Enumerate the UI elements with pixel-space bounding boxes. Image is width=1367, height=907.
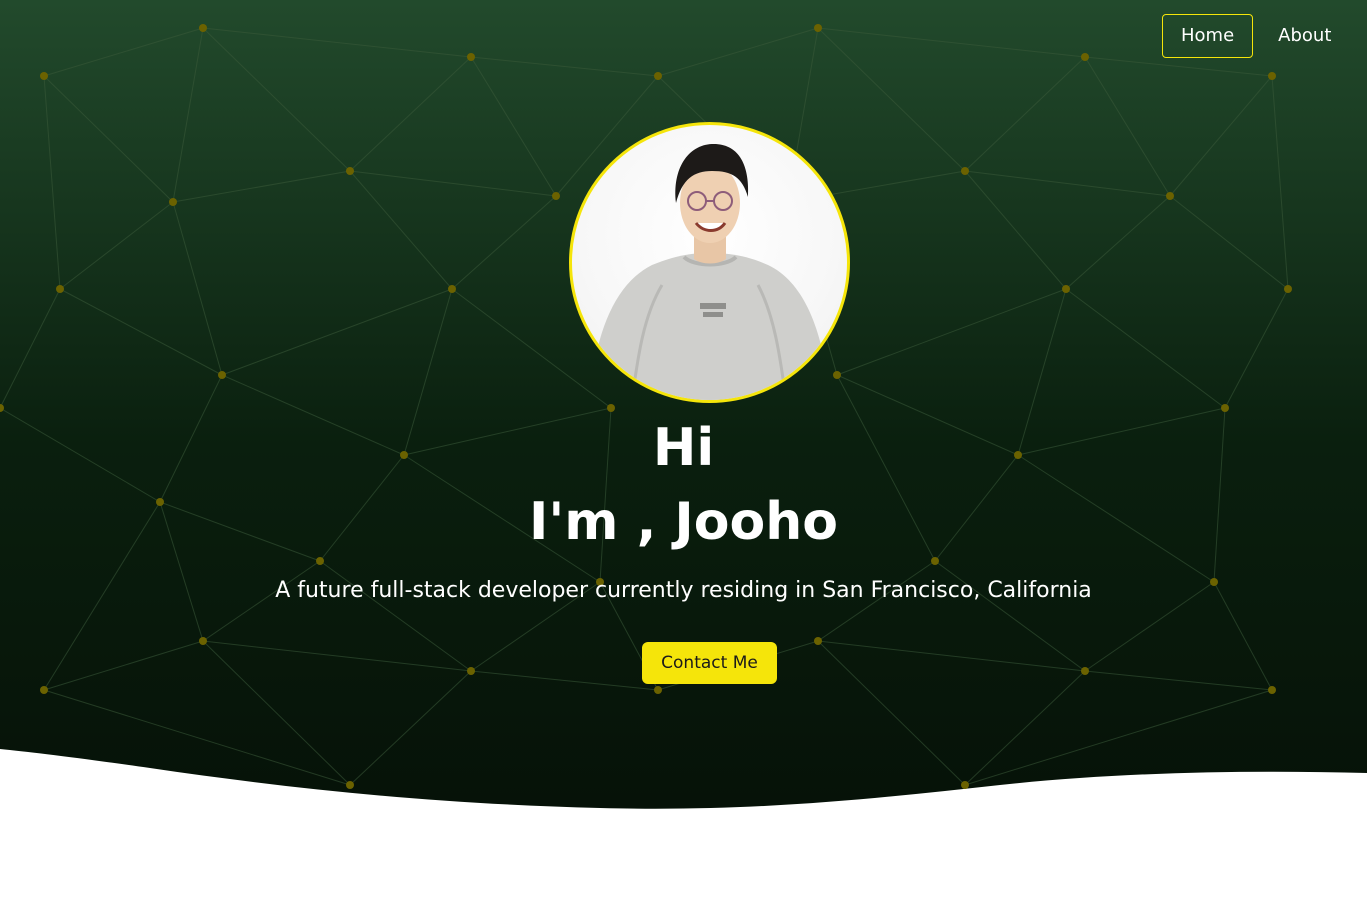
network-node [1166, 192, 1174, 200]
network-node [961, 167, 969, 175]
nav-home[interactable]: Home [1162, 14, 1254, 58]
profile-photo [590, 143, 830, 400]
network-node [346, 781, 354, 789]
profile-avatar [569, 122, 850, 403]
hero-section: Home About S Hi I'm [0, 0, 1367, 907]
greeting-hi: Hi [652, 418, 715, 478]
network-node [1221, 404, 1229, 412]
hero-backdrop [0, 0, 1367, 809]
network-node [1081, 53, 1089, 61]
network-node [607, 404, 615, 412]
network-node [654, 72, 662, 80]
network-node [199, 24, 207, 32]
network-node [814, 24, 822, 32]
network-node [218, 371, 226, 379]
network-node [40, 72, 48, 80]
network-node [961, 781, 969, 789]
nav-truncated[interactable]: S [1356, 14, 1367, 56]
nav-about[interactable]: About [1259, 14, 1350, 56]
network-node [448, 285, 456, 293]
network-node [552, 192, 560, 200]
network-node [467, 667, 475, 675]
network-node [467, 53, 475, 61]
network-node [199, 637, 207, 645]
network-node [1268, 686, 1276, 694]
hero-tagline: A future full-stack developer currently … [275, 578, 1092, 603]
network-node [1284, 285, 1292, 293]
network-node [931, 557, 939, 565]
top-nav: Home About S [1162, 14, 1367, 58]
network-node [654, 686, 662, 694]
network-node [1081, 667, 1089, 675]
network-node [1062, 285, 1070, 293]
network-node [346, 167, 354, 175]
network-node [814, 637, 822, 645]
network-node [56, 285, 64, 293]
network-node [316, 557, 324, 565]
greeting-name: I'm , Jooho [529, 492, 838, 552]
contact-me-button[interactable]: Contact Me [642, 642, 777, 684]
network-node [1268, 72, 1276, 80]
network-node [169, 198, 177, 206]
network-node [40, 686, 48, 694]
